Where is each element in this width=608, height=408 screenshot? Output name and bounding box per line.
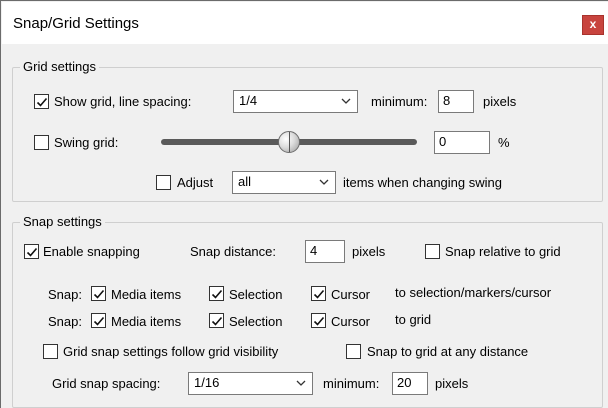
- enable-snapping-label: Enable snapping: [43, 244, 140, 259]
- follow-visibility-checkbox[interactable]: [43, 344, 58, 359]
- adjust-label: Adjust: [177, 175, 214, 190]
- checkmark-icon: [93, 289, 105, 299]
- show-grid-label: Show grid, line spacing:: [54, 94, 192, 109]
- snap-row1-cursor-checkbox[interactable]: [311, 286, 326, 301]
- any-distance-label: Snap to grid at any distance: [367, 344, 529, 359]
- adjust-items-dropdown[interactable]: all: [232, 171, 336, 194]
- checkmark-icon: [211, 289, 223, 299]
- snap-row2-cursor-label: Cursor: [331, 314, 371, 329]
- snap-row2-media-checkbox[interactable]: [91, 313, 106, 328]
- show-grid-checkbox[interactable]: [34, 94, 49, 109]
- swing-value-input[interactable]: 0: [434, 131, 490, 154]
- dialog-window: Snap/Grid Settings x Grid settings Show …: [0, 0, 608, 408]
- swing-slider-thumb[interactable]: [278, 131, 300, 153]
- snap-minimum-unit: pixels: [435, 376, 469, 391]
- grid-pixels-label: pixels: [483, 94, 517, 109]
- snap-row2-selection-checkbox[interactable]: [209, 313, 224, 328]
- snap-minimum-input[interactable]: 20: [392, 372, 428, 395]
- adjust-checkbox[interactable]: [156, 175, 171, 190]
- title-bar: Snap/Grid Settings x: [2, 2, 608, 44]
- grid-minimum-value: 8: [443, 93, 451, 108]
- snap-minimum-value: 20: [397, 375, 412, 390]
- close-icon: x: [589, 17, 597, 31]
- grid-snap-spacing-dropdown[interactable]: 1/16: [188, 372, 313, 395]
- swing-percent-label: %: [498, 135, 510, 150]
- checkmark-icon: [313, 289, 325, 299]
- snap-row1-cursor-label: Cursor: [331, 287, 371, 302]
- snap-minimum-label: minimum:: [323, 376, 380, 391]
- snap-distance-label: Snap distance:: [190, 244, 277, 259]
- adjust-items-value: all: [238, 174, 252, 189]
- adjust-suffix-label: items when changing swing: [343, 175, 502, 190]
- grid-minimum-input[interactable]: 8: [438, 90, 474, 113]
- swing-grid-checkbox[interactable]: [34, 135, 49, 150]
- snap-row1-media-label: Media items: [111, 287, 182, 302]
- chevron-down-icon: [319, 179, 329, 185]
- snap-distance-input[interactable]: 4: [305, 240, 345, 263]
- window-title: Snap/Grid Settings: [13, 15, 139, 32]
- snap-row1-media-checkbox[interactable]: [91, 286, 106, 301]
- chevron-down-icon: [296, 380, 306, 386]
- snap-relative-label: Snap relative to grid: [445, 244, 561, 259]
- swing-value: 0: [439, 134, 447, 149]
- checkmark-icon: [26, 247, 38, 257]
- snap-distance-unit: pixels: [352, 244, 386, 259]
- snap-row2-prefix: Snap:: [48, 314, 82, 329]
- line-spacing-dropdown[interactable]: 1/4: [233, 90, 358, 113]
- snap-row2-media-label: Media items: [111, 314, 182, 329]
- snap-row1-suffix: to selection/markers/cursor: [395, 285, 552, 300]
- grid-snap-spacing-label: Grid snap spacing:: [52, 376, 161, 391]
- line-spacing-value: 1/4: [239, 93, 258, 108]
- snap-settings-label: Snap settings: [20, 214, 105, 229]
- snap-row2-selection-label: Selection: [229, 314, 283, 329]
- snap-row2-cursor-checkbox[interactable]: [311, 313, 326, 328]
- enable-snapping-checkbox[interactable]: [24, 244, 39, 259]
- checkmark-icon: [36, 97, 48, 107]
- swing-grid-label: Swing grid:: [54, 135, 119, 150]
- any-distance-checkbox[interactable]: [346, 344, 361, 359]
- snap-row2-suffix: to grid: [395, 312, 432, 327]
- snap-relative-checkbox[interactable]: [425, 244, 440, 259]
- checkmark-icon: [211, 316, 223, 326]
- follow-visibility-label: Grid snap settings follow grid visibilit…: [63, 344, 279, 359]
- close-button[interactable]: x: [582, 15, 604, 35]
- chevron-down-icon: [341, 98, 351, 104]
- snap-row1-prefix: Snap:: [48, 287, 82, 302]
- checkmark-icon: [93, 316, 105, 326]
- snap-row1-selection-checkbox[interactable]: [209, 286, 224, 301]
- grid-snap-spacing-value: 1/16: [194, 375, 220, 390]
- snap-row1-selection-label: Selection: [229, 287, 283, 302]
- checkmark-icon: [313, 316, 325, 326]
- snap-distance-value: 4: [310, 243, 318, 258]
- minimum-label: minimum:: [371, 94, 428, 109]
- grid-settings-label: Grid settings: [20, 59, 99, 74]
